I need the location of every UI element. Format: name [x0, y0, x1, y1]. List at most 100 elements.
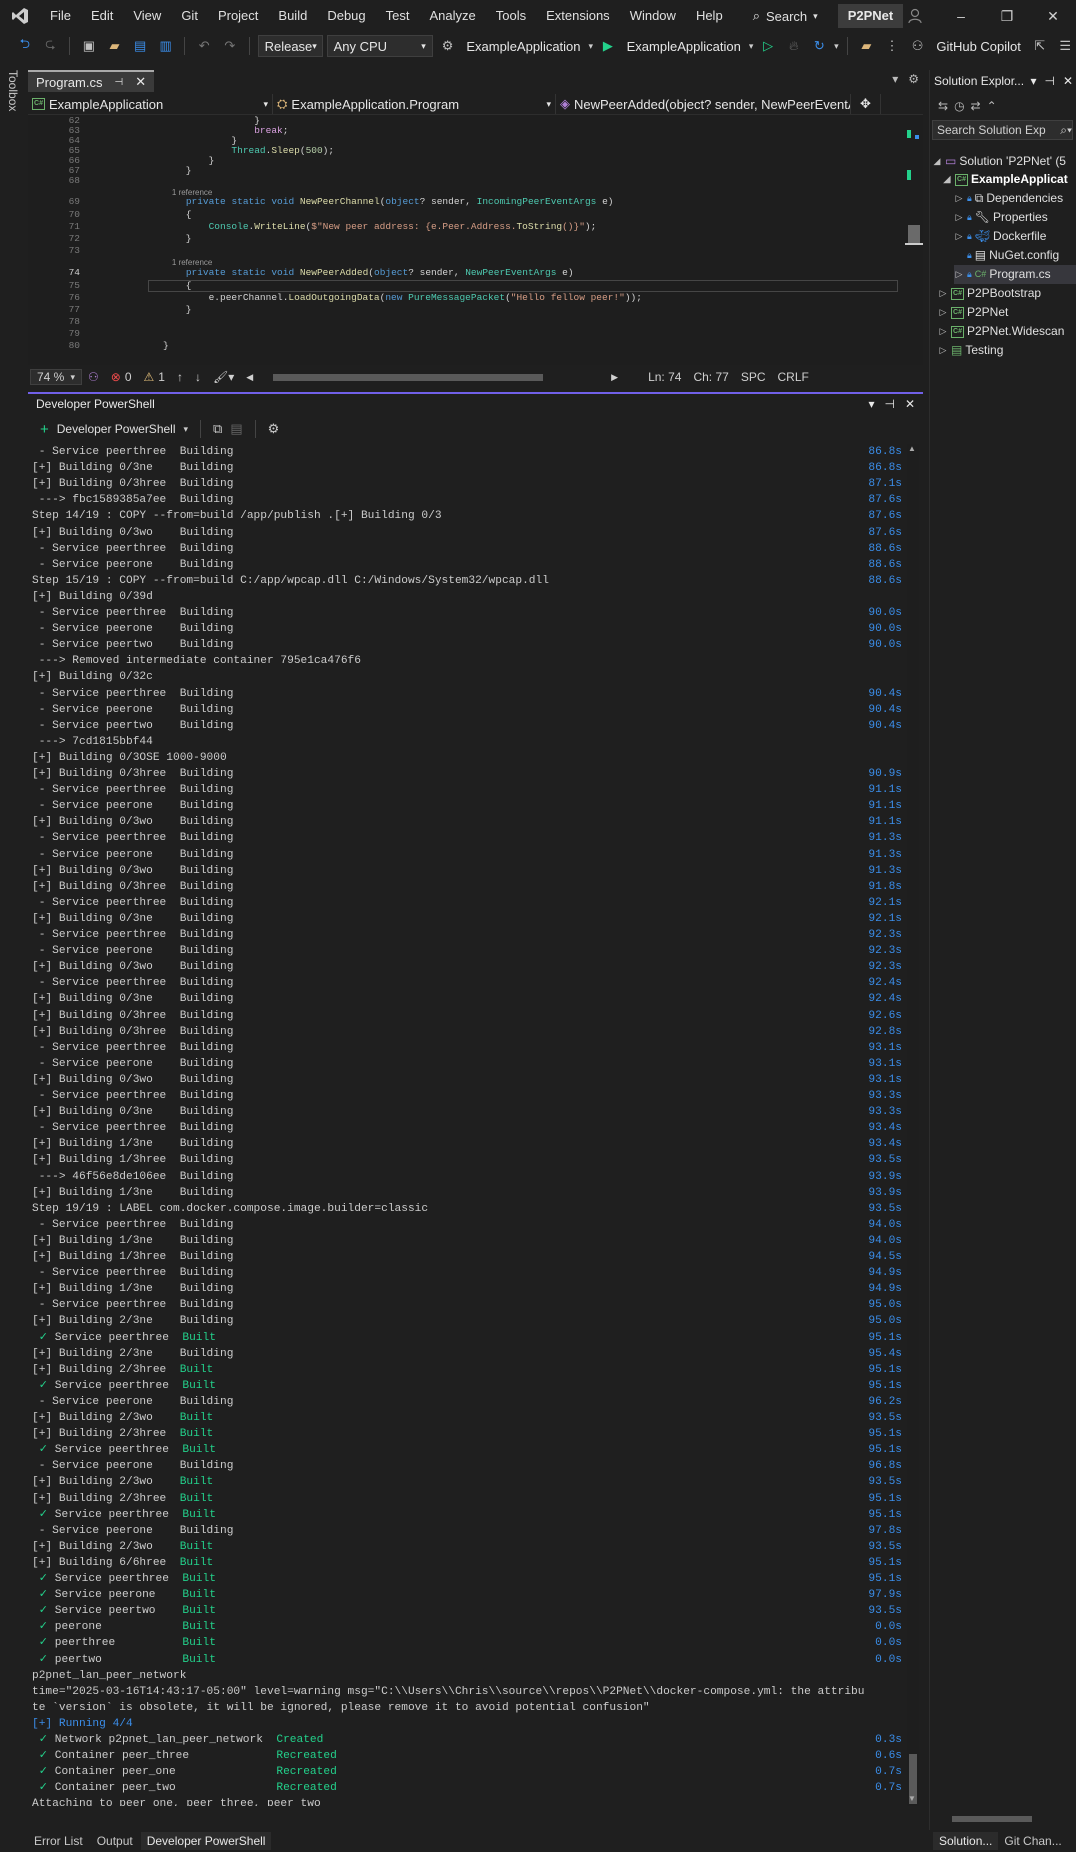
solution-tree-item[interactable]: ◢ ▭ Solution 'P2PNet' (5: [932, 152, 1076, 171]
code-editor[interactable]: 62 } 63 break; 64 } 65 Thread.Sleep(500); 66…: [28, 115, 905, 365]
zoom-dropdown[interactable]: 74 % ▾: [30, 369, 82, 385]
chevron-right-icon[interactable]: ▷: [938, 322, 948, 341]
tab-git-changes[interactable]: Git Chan...: [998, 1832, 1067, 1850]
breakpoints-icon[interactable]: ⋮: [881, 35, 903, 57]
switch-views-icon[interactable]: ⇆: [938, 99, 948, 113]
forward-icon[interactable]: ⮎: [40, 35, 62, 57]
redo-icon[interactable]: ↷: [219, 35, 241, 57]
close-tab-icon[interactable]: ✕: [135, 74, 146, 90]
code-cleanup-icon[interactable]: 🖌︎▾: [207, 370, 240, 384]
solution-tree-item[interactable]: ▷ ▤ Testing: [938, 341, 1076, 360]
undo-icon[interactable]: ↶: [193, 35, 215, 57]
solution-tree-item[interactable]: ▷ 🔒︎ 🔧︎ Properties: [954, 208, 1076, 227]
menu-test[interactable]: Test: [376, 0, 420, 32]
chevron-right-icon[interactable]: ▷: [954, 189, 964, 208]
scroll-down-icon[interactable]: ▼: [908, 1794, 916, 1803]
scroll-thumb[interactable]: [908, 225, 920, 245]
menu-file[interactable]: File: [40, 0, 81, 32]
scroll-left-icon[interactable]: ◀: [240, 372, 259, 383]
project-nav-dropdown[interactable]: C# ExampleApplication ▾: [28, 94, 273, 114]
warnings-indicator[interactable]: ⚠ 1: [138, 370, 171, 384]
add-terminal-icon[interactable]: +: [40, 421, 49, 438]
chevron-right-icon[interactable]: ▷: [938, 303, 948, 322]
editor-horizontal-scrollbar[interactable]: [265, 372, 605, 382]
folder-icon[interactable]: ▰: [856, 35, 878, 57]
copy-icon[interactable]: ⧉: [213, 421, 222, 437]
solution-tree-item[interactable]: 🔒︎ ▤ NuGet.config: [954, 246, 1076, 265]
chevron-down-icon[interactable]: ▾: [184, 424, 189, 435]
collapse-all-icon[interactable]: ⌃: [987, 99, 997, 113]
whitespace-mode[interactable]: SPC: [735, 370, 772, 384]
chevron-down-icon[interactable]: ▾: [868, 397, 874, 411]
chevron-down-icon[interactable]: ▾: [892, 72, 898, 86]
chevron-right-icon[interactable]: ▷: [954, 208, 964, 227]
github-copilot-button[interactable]: GitHub Copilot: [932, 39, 1025, 54]
scroll-right-icon[interactable]: ▶: [605, 372, 624, 383]
terminal-output[interactable]: - Service peerthree Building 86.8s [+] Bui…: [32, 444, 902, 1806]
search-button[interactable]: ⌕ Search ▾: [745, 3, 826, 29]
chevron-down-icon[interactable]: ◢: [942, 170, 952, 189]
close-icon[interactable]: ✕: [905, 397, 915, 411]
menu-view[interactable]: View: [123, 0, 171, 32]
solution-horizontal-scrollbar[interactable]: [940, 1815, 1070, 1823]
member-nav-dropdown[interactable]: ◈ NewPeerAdded(object? sender, NewPeerEv…: [556, 94, 851, 114]
run-icon[interactable]: ▶: [597, 35, 619, 57]
menu-tools[interactable]: Tools: [486, 0, 536, 32]
chevron-right-icon[interactable]: ▷: [938, 341, 948, 360]
solution-tree-item[interactable]: ▷ C# P2PNet: [938, 303, 1076, 322]
document-tab[interactable]: Program.cs ⊣ ✕: [28, 70, 155, 92]
pin-icon[interactable]: ⊣: [1044, 74, 1054, 88]
menu-edit[interactable]: Edit: [81, 0, 123, 32]
chevron-down-icon[interactable]: ◢: [932, 152, 942, 171]
settings-gear-icon[interactable]: ⚙: [268, 421, 280, 437]
share-icon[interactable]: ⇱: [1029, 35, 1051, 57]
save-all-icon[interactable]: ▥: [155, 35, 177, 57]
run-without-debugging-icon[interactable]: ▷: [757, 35, 779, 57]
solution-tree-item[interactable]: ▷ 🔒︎ 🐳︎ Dockerfile: [954, 227, 1076, 246]
solution-tree-item[interactable]: ▷ 🔒︎ C# Program.cs: [954, 265, 1076, 284]
gear-icon[interactable]: ⚙: [908, 72, 919, 86]
menu-window[interactable]: Window: [620, 0, 686, 32]
solution-tree-item[interactable]: ▷ 🔒︎ ⧉ Dependencies: [954, 189, 1076, 208]
editor-vertical-scrollbar[interactable]: [905, 115, 923, 365]
run-target-button[interactable]: ExampleApplication: [623, 39, 745, 54]
menu-git[interactable]: Git: [171, 0, 208, 32]
feedback-icon[interactable]: ☰: [1054, 35, 1076, 57]
terminal-vertical-scrollbar[interactable]: ▲ ▼: [907, 444, 919, 1806]
pin-icon[interactable]: ⊣: [884, 397, 894, 411]
open-folder-icon[interactable]: ▰: [104, 35, 126, 57]
menu-extensions[interactable]: Extensions: [536, 0, 620, 32]
down-arrow-icon[interactable]: ↓: [189, 370, 207, 384]
toolbox-tab[interactable]: Toolbox: [6, 70, 20, 111]
platform-dropdown[interactable]: Any CPU ▾: [326, 35, 433, 57]
tab-error-list[interactable]: Error List: [28, 1832, 89, 1850]
up-arrow-icon[interactable]: ↑: [171, 370, 189, 384]
menu-help[interactable]: Help: [686, 0, 733, 32]
horizontal-scroll-thumb[interactable]: [273, 374, 544, 381]
chevron-right-icon[interactable]: ▷: [954, 227, 964, 246]
menu-debug[interactable]: Debug: [317, 0, 375, 32]
class-nav-dropdown[interactable]: ⛭ ExampleApplication.Program ▾: [273, 94, 556, 114]
restore-icon[interactable]: ❐: [984, 0, 1030, 32]
configuration-dropdown[interactable]: Release ▾: [257, 35, 323, 57]
solution-tree-item[interactable]: ◢ C# ExampleApplicat: [942, 170, 1076, 189]
back-icon[interactable]: ⮌: [14, 35, 36, 57]
menu-project[interactable]: Project: [208, 0, 268, 32]
chevron-down-icon[interactable]: ▾: [1030, 74, 1036, 88]
solution-tree-item[interactable]: ▷ C# P2PBootstrap: [938, 284, 1076, 303]
paste-icon[interactable]: ▤: [230, 421, 242, 437]
close-icon[interactable]: ✕: [1030, 0, 1076, 32]
split-editor-button[interactable]: ✥: [851, 94, 881, 114]
tab-solution-explorer[interactable]: Solution...: [933, 1832, 999, 1850]
account-icon[interactable]: [892, 0, 938, 32]
horizontal-scroll-thumb[interactable]: [952, 1816, 1032, 1822]
solution-tree-item[interactable]: ▷ C# P2PNet.Widescan: [938, 322, 1076, 341]
line-endings[interactable]: CRLF: [772, 370, 815, 384]
minimize-icon[interactable]: –: [938, 0, 984, 32]
tab-output[interactable]: Output: [91, 1832, 139, 1850]
save-icon[interactable]: ▤: [129, 35, 151, 57]
chevron-right-icon[interactable]: ▷: [938, 284, 948, 303]
startup-project-dropdown[interactable]: ExampleApplication: [462, 39, 584, 54]
menu-analyze[interactable]: Analyze: [419, 0, 485, 32]
menu-build[interactable]: Build: [268, 0, 317, 32]
